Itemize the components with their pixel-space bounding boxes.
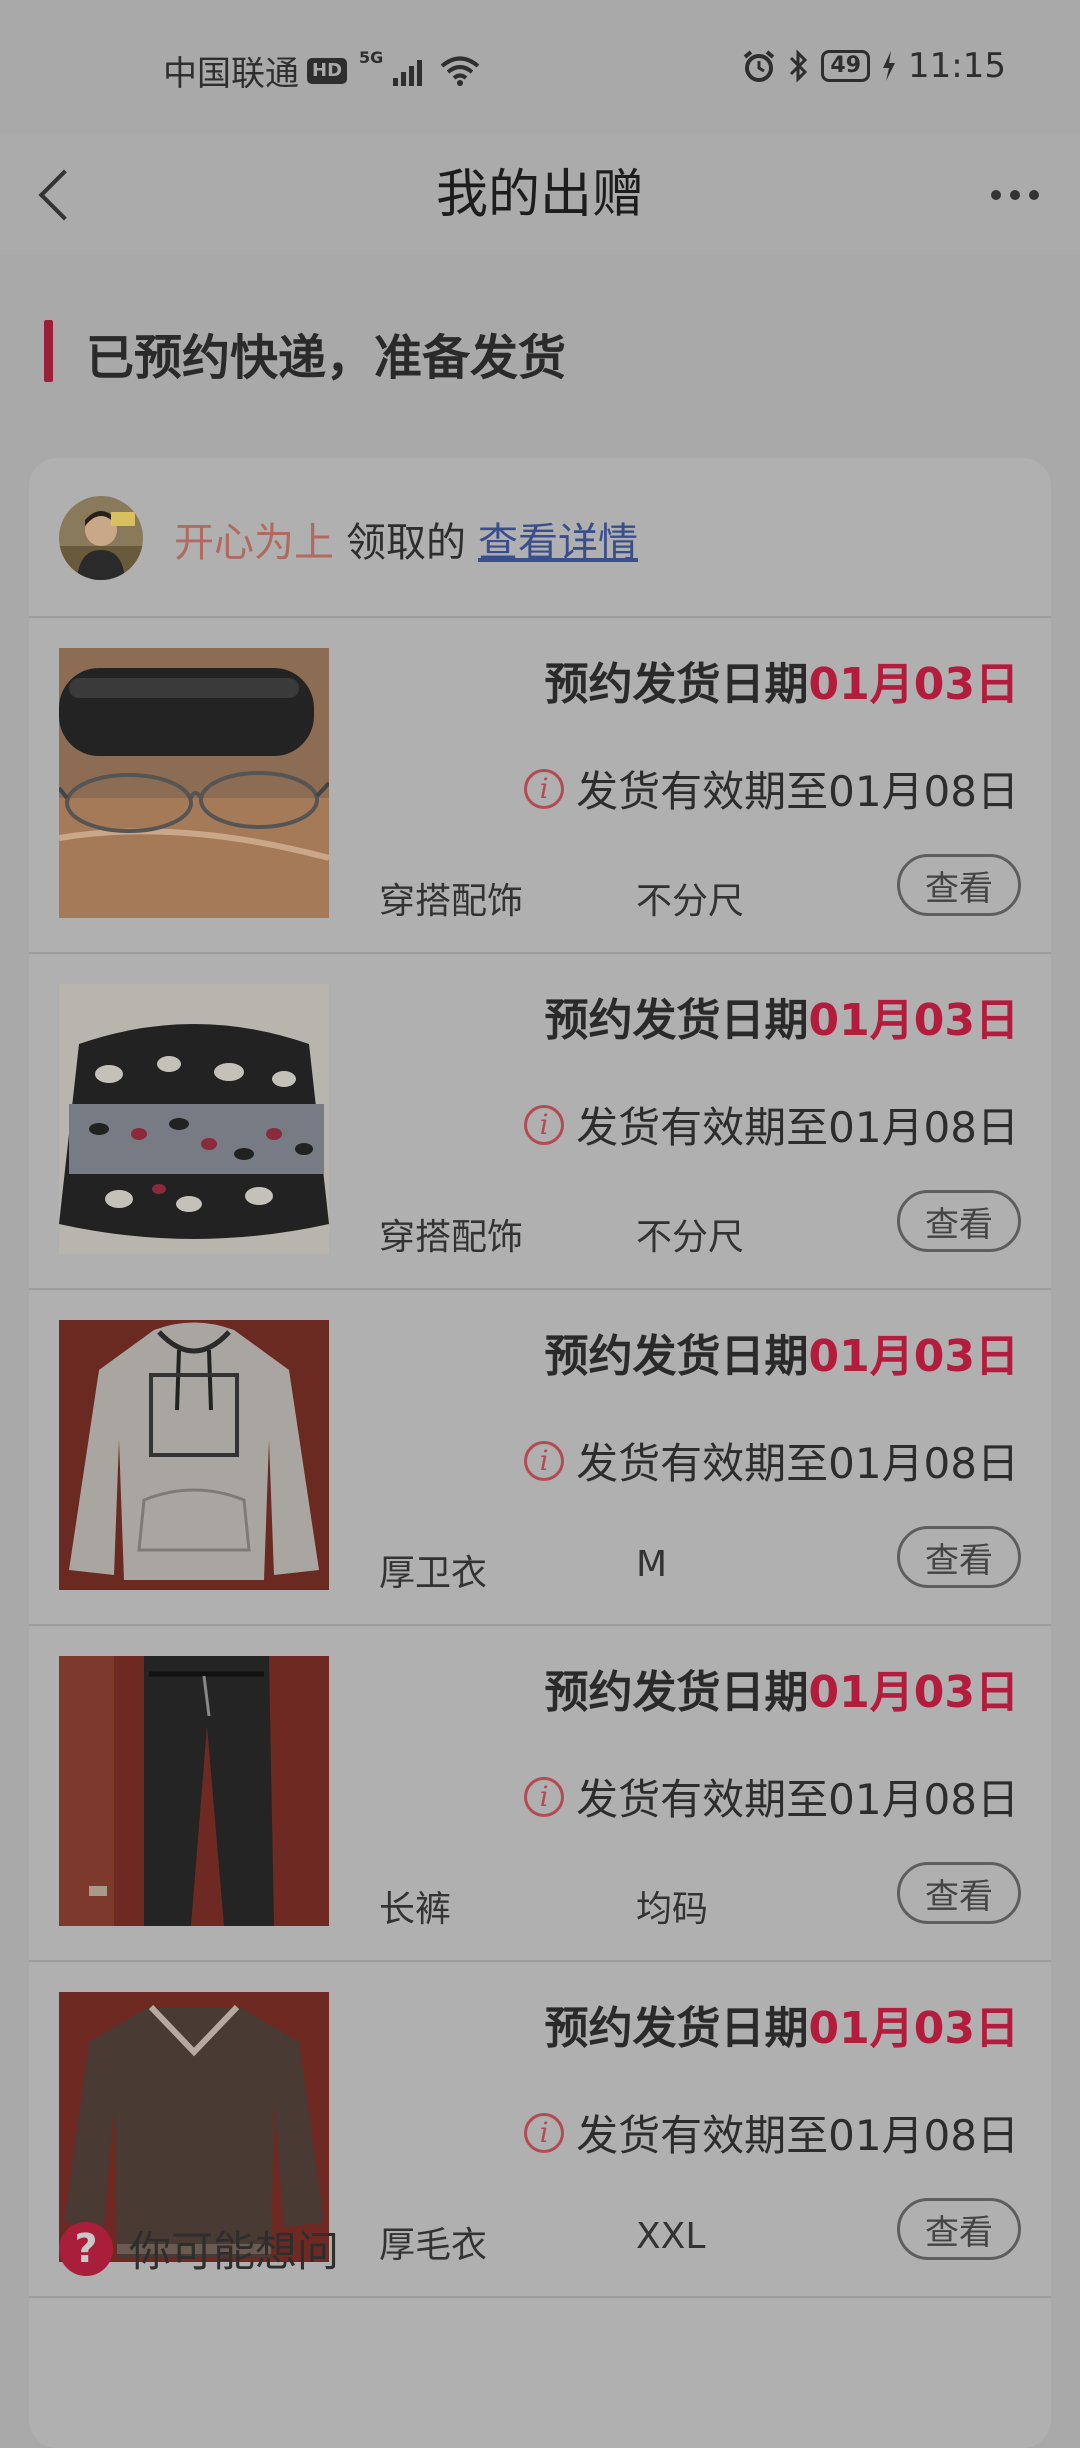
view-button[interactable]: 查看 bbox=[897, 1862, 1021, 1924]
validity-text: 发货有效期至01月08日 bbox=[576, 1439, 1019, 1488]
carrier-name: 中国联通 bbox=[163, 54, 299, 94]
validity-text: 发货有效期至01月08日 bbox=[576, 1103, 1019, 1152]
ship-date-label: 预约发货日期 bbox=[544, 995, 809, 1046]
clock: 11:15 bbox=[908, 46, 1006, 86]
validity-line: i 发货有效期至01月08日 bbox=[524, 1430, 1019, 1491]
battery-indicator: 49 bbox=[821, 50, 871, 82]
validity-line: i 发货有效期至01月08日 bbox=[524, 2102, 1019, 2163]
ship-date-line: 预约发货日期01月03日 bbox=[545, 1320, 1019, 1384]
card-header: 开心为上 领取的 查看详情 bbox=[29, 458, 1051, 618]
validity-text: 发货有效期至01月08日 bbox=[576, 2111, 1019, 2160]
validity-text: 发货有效期至01月08日 bbox=[576, 767, 1019, 816]
info-icon: i bbox=[524, 1440, 565, 1481]
question-icon: ? bbox=[59, 2221, 113, 2276]
info-icon: i bbox=[524, 2112, 565, 2153]
item-size: 不分尺 bbox=[636, 1217, 745, 1258]
item-category: 长裤 bbox=[379, 1889, 452, 1930]
page-title: 我的出赠 bbox=[435, 165, 644, 225]
network-type: 5G bbox=[359, 48, 384, 67]
item-photo-leopard-accessory[interactable] bbox=[59, 984, 329, 1254]
faq-entry[interactable]: ? 你可能想问 bbox=[59, 2218, 339, 2279]
hd-badge: HD bbox=[307, 57, 348, 84]
item-size: M bbox=[636, 1544, 668, 1585]
info-icon: i bbox=[524, 1104, 565, 1145]
ship-date-value: 01月03日 bbox=[808, 1331, 1019, 1382]
ship-date-line: 预约发货日期01月03日 bbox=[545, 1656, 1019, 1720]
view-button[interactable]: 查看 bbox=[897, 2198, 1021, 2260]
section-title: 已预约快递，准备发货 bbox=[86, 330, 567, 386]
view-button[interactable]: 查看 bbox=[897, 1526, 1021, 1588]
section-marker bbox=[44, 320, 53, 382]
info-icon: i bbox=[524, 1776, 565, 1817]
receiver-line: 开心为上 领取的 查看详情 bbox=[174, 510, 638, 568]
ship-date-value: 01月03日 bbox=[808, 659, 1019, 710]
back-button[interactable] bbox=[22, 157, 92, 233]
validity-line: i 发货有效期至01月08日 bbox=[524, 758, 1019, 819]
validity-line: i 发货有效期至01月08日 bbox=[524, 1094, 1019, 1155]
info-icon: i bbox=[524, 768, 565, 809]
more-button[interactable] bbox=[980, 173, 1050, 217]
item-photo-glasses[interactable] bbox=[59, 648, 329, 918]
ship-date-label: 预约发货日期 bbox=[544, 1331, 809, 1382]
view-details-link[interactable]: 查看详情 bbox=[478, 510, 638, 568]
view-button[interactable]: 查看 bbox=[897, 854, 1021, 916]
wifi-icon bbox=[441, 56, 480, 86]
item-row: 预约发货日期01月03日 i 发货有效期至01月08日 穿搭配饰 不分尺 查看 bbox=[29, 618, 1051, 954]
ship-date-label: 预约发货日期 bbox=[544, 2003, 809, 2054]
item-category: 厚卫衣 bbox=[379, 1553, 488, 1594]
charging-icon bbox=[883, 51, 896, 81]
ship-date-line: 预约发货日期01月03日 bbox=[545, 648, 1019, 712]
ship-date-line: 预约发货日期01月03日 bbox=[545, 1992, 1019, 2056]
receiver-name[interactable]: 开心为上 bbox=[174, 510, 334, 568]
status-bar-right: 49 11:15 bbox=[741, 46, 1006, 86]
donation-card: 开心为上 领取的 查看详情 预约发货日期01月03日 i 发货有效期至01月08… bbox=[29, 458, 1051, 2448]
ship-date-value: 01月03日 bbox=[808, 1667, 1019, 1718]
item-category: 穿搭配饰 bbox=[379, 1217, 524, 1258]
ship-date-label: 预约发货日期 bbox=[544, 1667, 809, 1718]
more-icon bbox=[991, 190, 1001, 200]
item-row: 预约发货日期01月03日 i 发货有效期至01月08日 厚卫衣 M 查看 bbox=[29, 1290, 1051, 1626]
item-photo-hoodie[interactable] bbox=[59, 1320, 329, 1590]
ship-date-label: 预约发货日期 bbox=[544, 659, 809, 710]
navigation-header: 我的出赠 bbox=[0, 135, 1080, 255]
validity-line: i 发货有效期至01月08日 bbox=[524, 1766, 1019, 1827]
signal-icon bbox=[393, 59, 423, 86]
ship-date-line: 预约发货日期01月03日 bbox=[545, 984, 1019, 1048]
item-row: 预约发货日期01月03日 i 发货有效期至01月08日 长裤 均码 查看 bbox=[29, 1626, 1051, 1962]
avatar-image bbox=[59, 496, 143, 580]
item-size: 不分尺 bbox=[636, 881, 745, 922]
validity-text: 发货有效期至01月08日 bbox=[576, 1775, 1019, 1824]
received-label: 领取的 bbox=[346, 520, 466, 566]
item-photo-pants[interactable] bbox=[59, 1656, 329, 1926]
status-bar-left: 中国联通 HD 5G bbox=[163, 46, 481, 95]
bluetooth-icon bbox=[790, 49, 808, 83]
receiver-avatar[interactable] bbox=[59, 496, 143, 580]
view-button[interactable]: 查看 bbox=[897, 1190, 1021, 1252]
item-row: 预约发货日期01月03日 i 发货有效期至01月08日 穿搭配饰 不分尺 查看 bbox=[29, 954, 1051, 1290]
ship-date-value: 01月03日 bbox=[808, 995, 1019, 1046]
item-category: 穿搭配饰 bbox=[379, 881, 524, 922]
item-size: 均码 bbox=[636, 1889, 709, 1930]
item-size: XXL bbox=[636, 2216, 706, 2257]
item-category: 厚毛衣 bbox=[379, 2225, 488, 2266]
ship-date-value: 01月03日 bbox=[808, 2003, 1019, 2054]
status-bar: 中国联通 HD 5G 49 11:15 bbox=[0, 0, 1080, 135]
alarm-icon bbox=[744, 50, 775, 82]
back-arrow-icon bbox=[38, 169, 90, 221]
faq-label: 你可能想问 bbox=[129, 2227, 340, 2276]
